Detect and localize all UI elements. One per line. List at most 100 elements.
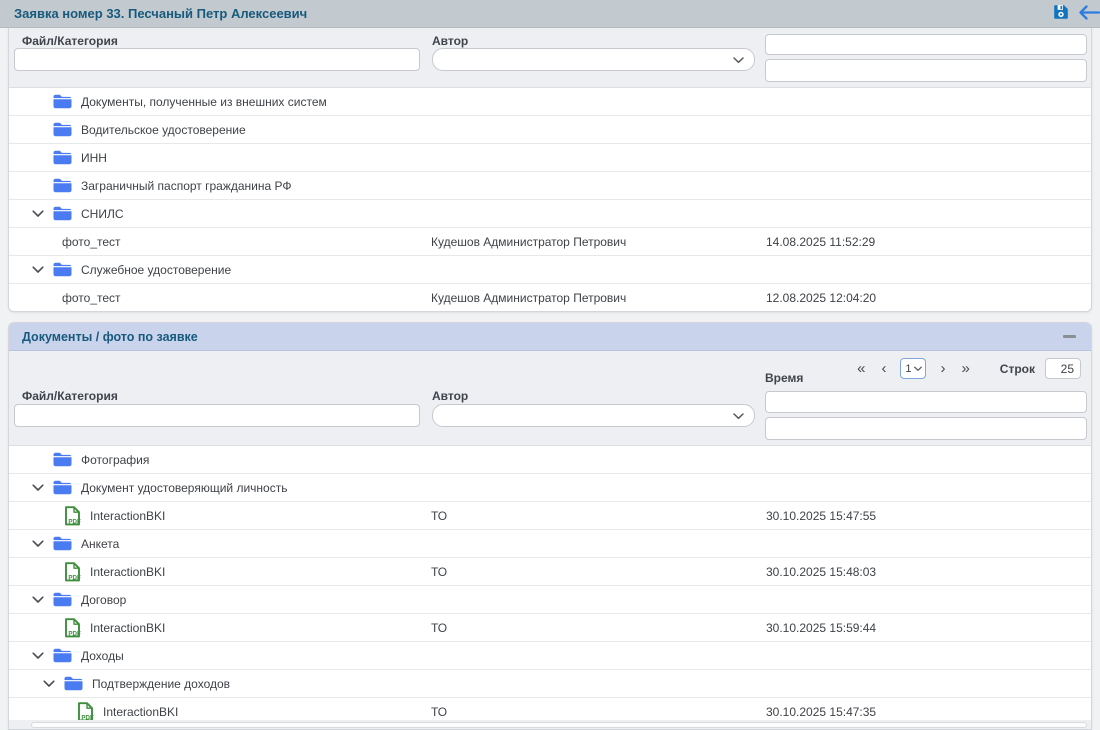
chevron-down-icon[interactable] [34,680,64,688]
page-number: 1 [905,363,911,375]
file-category-label: Файл/Категория [22,389,118,403]
row-label: фото_тест [62,235,121,249]
time-cell: 30.10.2025 15:47:55 [766,509,1091,523]
tree-folder-row[interactable]: Документ удостоверяющий личность [9,474,1091,502]
name-cell: Водительское удостоверение [9,122,431,137]
name-cell: Договор [9,592,431,607]
row-label: Подтверждение доходов [92,677,230,691]
floppy-disk-icon [1053,4,1069,23]
svg-text:PDF: PDF [68,518,81,525]
row-label: СНИЛС [81,207,124,221]
name-cell: фото_тест [9,291,431,305]
panel-application-documents: Файл/Категория Автор Документы, полученн… [8,28,1092,312]
chevron-down-icon[interactable] [23,540,53,548]
tree-folder-row[interactable]: Водительское удостоверение [9,116,1091,144]
name-cell: СНИЛС [9,206,431,221]
horizontal-scrollbar-track [9,720,1091,729]
time-from-filter-input[interactable] [765,34,1087,55]
top-filter-area: Файл/Категория Автор [9,28,1091,88]
collapse-panel-button[interactable] [1078,3,1100,25]
tree-file-row[interactable]: PDFInteractionBKIТО30.10.2025 15:47:55 [9,502,1091,530]
rows-per-page-input[interactable] [1045,358,1081,379]
tree-folder-row[interactable]: Заграничный паспорт гражданина РФ [9,172,1091,200]
author-filter-select[interactable] [432,404,755,427]
name-cell: Фотография [9,452,431,467]
time-to-filter-input[interactable] [765,59,1087,82]
row-label: Документы, полученные из внешних систем [81,95,327,109]
author-cell: ТО [431,565,766,579]
first-page-button[interactable]: « [849,359,873,379]
tree-folder-row[interactable]: Доходы [9,642,1091,670]
author-label: Автор [432,389,468,403]
row-label: ИНН [81,151,107,165]
page-title: Заявка номер 33. Песчаный Петр Алексееви… [14,6,1050,21]
svg-text:PDF: PDF [68,574,81,581]
tree-folder-row[interactable]: Договор [9,586,1091,614]
tree-folder-row[interactable]: Анкета [9,530,1091,558]
tree-folder-row[interactable]: Фотография [9,446,1091,474]
time-from-filter-input[interactable] [765,391,1087,413]
name-cell: ИНН [9,150,431,165]
folder-icon [53,178,72,193]
tree-folder-row[interactable]: СНИЛС [9,200,1091,228]
pdf-file-icon: PDF [64,562,81,582]
tree-file-row[interactable]: PDF InteractionBKI ТО30.10.2025 15:48:03 [9,558,1091,586]
collapse-section-button[interactable] [1059,327,1079,347]
folder-icon [64,676,83,691]
folder-icon [53,150,72,165]
panel-documents-photos-header: Документы / фото по заявке [9,323,1091,351]
tree-folder-row[interactable]: Документы, полученные из внешних систем [9,88,1091,116]
row-label: InteractionBKI [90,565,165,579]
time-cell: 30.10.2025 15:48:03 [766,565,1091,579]
horizontal-scrollbar[interactable] [31,722,1087,728]
time-to-filter-input[interactable] [765,417,1087,440]
chevron-down-icon[interactable] [23,596,53,604]
name-cell: Заграничный паспорт гражданина РФ [9,178,431,193]
row-label: Служебное удостоверение [81,263,231,277]
time-cell: 14.08.2025 11:52:29 [766,235,1091,249]
name-cell: Доходы [9,648,431,663]
svg-text:PDF: PDF [68,630,81,637]
folder-icon [53,122,72,137]
tree-folder-row[interactable]: Служебное удостоверение [9,256,1091,284]
chevron-down-icon[interactable] [23,652,53,660]
folder-icon [53,480,72,495]
tree-file-row[interactable]: PDFInteractionBKIТО30.10.2025 15:59:44 [9,614,1091,642]
time-cell: 12.08.2025 12:04:20 [766,291,1091,305]
chevron-down-icon [914,363,922,375]
row-label: Фотография [81,453,149,467]
next-page-button[interactable]: › [932,359,953,379]
panel-title: Документы / фото по заявке [22,330,1059,344]
name-cell: PDFInteractionBKI [9,506,431,526]
author-cell: Кудешов Администратор Петрович [431,235,766,249]
folder-icon [53,206,72,221]
tree-file-row[interactable]: фото_тестКудешов Администратор Петрович1… [9,284,1091,312]
tree-file-row[interactable]: фото_тест Кудешов Администратор Петрович1… [9,228,1091,256]
chevron-down-icon[interactable] [23,484,53,492]
chevron-down-icon[interactable] [23,210,53,218]
chevron-down-icon [733,53,744,67]
last-page-button[interactable]: » [953,359,977,379]
row-label: Договор [81,593,126,607]
page-select[interactable]: 1 [900,358,926,379]
tree-folder-row[interactable]: Подтверждение доходов [9,670,1091,698]
author-cell: ТО [431,509,766,523]
prev-page-button[interactable]: ‹ [873,359,894,379]
file-category-filter-input[interactable] [14,404,420,427]
panel-documents-photos: Документы / фото по заявке « ‹ 1 › » Стр… [8,322,1092,730]
bottom-filter-area: « ‹ 1 › » Строк Время Файл/Категория Авт… [9,351,1091,446]
name-cell: PDFInteractionBKI [9,618,431,638]
author-filter-select[interactable] [432,48,755,71]
document-tree-top: Документы, полученные из внешних систем В… [9,88,1091,312]
folder-icon [53,648,72,663]
save-button[interactable] [1050,3,1072,25]
tree-folder-row[interactable]: ИНН [9,144,1091,172]
file-category-filter-input[interactable] [14,48,420,71]
pagination: « ‹ 1 › » Строк [849,358,1081,379]
chevron-down-icon[interactable] [23,266,53,274]
name-cell: Документ удостоверяющий личность [9,480,431,495]
author-cell: ТО [431,705,766,719]
name-cell: PDFInteractionBKI [9,702,431,722]
name-cell: Анкета [9,536,431,551]
folder-icon [53,592,72,607]
